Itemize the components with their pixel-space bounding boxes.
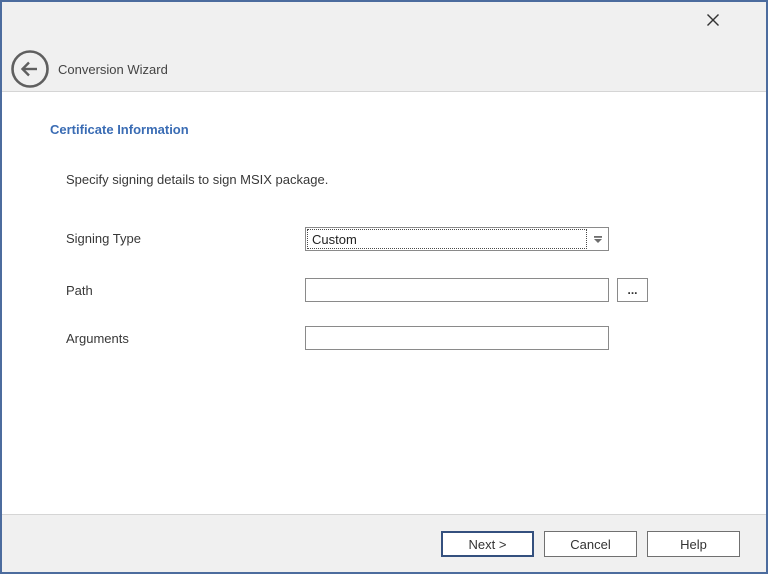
help-button[interactable]: Help bbox=[647, 531, 740, 557]
path-input[interactable] bbox=[305, 278, 609, 302]
page-description: Specify signing details to sign MSIX pac… bbox=[66, 172, 328, 187]
close-button[interactable] bbox=[702, 10, 724, 32]
cancel-button[interactable]: Cancel bbox=[544, 531, 637, 557]
signing-type-label: Signing Type bbox=[66, 231, 141, 246]
page-heading: Certificate Information bbox=[50, 122, 189, 137]
signing-type-selected-value: Custom bbox=[307, 229, 587, 249]
wizard-title: Conversion Wizard bbox=[58, 62, 168, 77]
dropdown-arrow-icon[interactable] bbox=[588, 228, 608, 250]
path-label: Path bbox=[66, 283, 93, 298]
back-button[interactable] bbox=[10, 49, 50, 89]
wizard-header: Conversion Wizard bbox=[2, 2, 766, 92]
next-button[interactable]: Next > bbox=[441, 531, 534, 557]
arguments-label: Arguments bbox=[66, 331, 129, 346]
back-arrow-icon bbox=[10, 77, 50, 92]
signing-type-combobox[interactable]: Custom bbox=[305, 227, 609, 251]
close-icon bbox=[705, 12, 721, 31]
arguments-input[interactable] bbox=[305, 326, 609, 350]
browse-button[interactable]: ... bbox=[617, 278, 648, 302]
conversion-wizard-window: Conversion Wizard Certificate Informatio… bbox=[0, 0, 768, 574]
wizard-footer: Next > Cancel Help bbox=[2, 514, 766, 572]
wizard-page: Certificate Information Specify signing … bbox=[2, 93, 766, 514]
